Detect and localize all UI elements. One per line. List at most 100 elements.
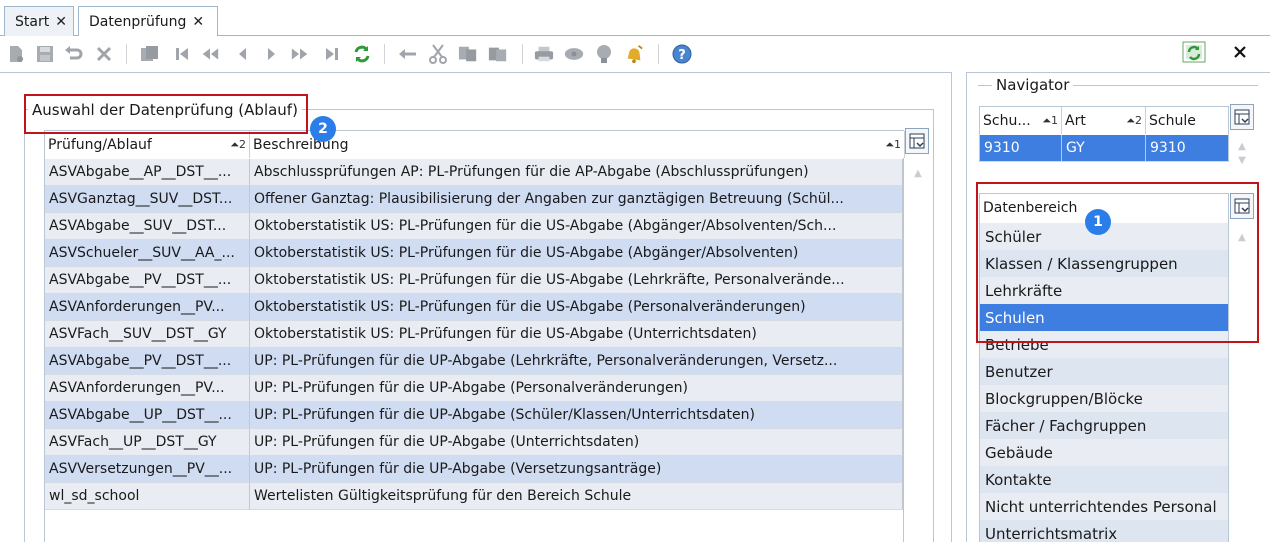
prev-page-icon[interactable]: [200, 44, 220, 64]
cell-beschreibung: Oktoberstatistik US: PL-Prüfungen für di…: [250, 321, 903, 348]
idea-icon[interactable]: [594, 44, 614, 64]
cell-pruefung: ASVVersetzungen__PV__...: [45, 456, 250, 483]
close-panel-button[interactable]: [1226, 41, 1254, 67]
list-item[interactable]: Blockgruppen/Blöcke: [980, 385, 1228, 412]
list-item[interactable]: Unterrichtsmatrix: [980, 520, 1228, 542]
save-icon[interactable]: [35, 44, 55, 64]
scroll-up-icon[interactable]: ▲: [1234, 140, 1250, 152]
table-row[interactable]: ASVAbgabe__PV__DST__... Oktoberstatistik …: [45, 267, 903, 294]
sort-indicator: ⏶1: [885, 137, 901, 151]
datenbereich-list: Datenbereich Schüler Klassen / Klassengru…: [979, 193, 1229, 542]
paste-icon[interactable]: [488, 44, 508, 64]
copy-icon[interactable]: [458, 44, 478, 64]
column-header-beschreibung[interactable]: Beschreibung ⏶1: [250, 131, 905, 158]
toolbar-separator: [126, 44, 127, 64]
next-icon[interactable]: [262, 44, 282, 64]
preview-icon[interactable]: [564, 44, 584, 64]
pruefung-table: Prüfung/Ablauf ⏶2 Beschreibung ⏶1 ASVAbg…: [44, 130, 905, 542]
table-row[interactable]: wl_sd_school Wertelisten Gültigkeitsprüfu…: [45, 483, 903, 510]
cell-pruefung: ASVAnforderungen__PV...: [45, 375, 250, 402]
table-row[interactable]: ASVAbgabe__PV__DST__... UP: PL-Prüfungen …: [45, 348, 903, 375]
close-icon[interactable]: ✕: [55, 15, 67, 29]
cell-beschreibung: Oktoberstatistik US: PL-Prüfungen für di…: [250, 267, 903, 294]
last-icon[interactable]: [322, 44, 342, 64]
copy-record-icon[interactable]: [140, 44, 160, 64]
list-item[interactable]: Fächer / Fachgruppen: [980, 412, 1228, 439]
list-item[interactable]: Nicht unterrichtendes Personal: [980, 493, 1228, 520]
table-row[interactable]: ASVAnforderungen__PV... UP: PL-Prüfungen …: [45, 375, 903, 402]
delete-icon[interactable]: [94, 44, 114, 64]
column-header-label: Schule: [1149, 112, 1196, 129]
list-item[interactable]: Lehrkräfte: [980, 277, 1228, 304]
cell-beschreibung: UP: PL-Prüfungen für die UP-Abgabe (Schü…: [250, 402, 903, 429]
cell-pruefung: ASVFach__UP__DST__GY: [45, 429, 250, 456]
step-badge-1: 1: [1085, 209, 1111, 235]
table-row[interactable]: 9310 GY 9310: [980, 135, 1228, 162]
table-row[interactable]: ASVFach__SUV__DST__GY Oktoberstatistik US…: [45, 321, 903, 348]
list-item[interactable]: Benutzer: [980, 358, 1228, 385]
new-icon[interactable]: [6, 44, 26, 64]
list-item[interactable]: Schulen: [980, 304, 1228, 331]
cell-pruefung: ASVAbgabe__SUV__DST...: [45, 213, 250, 240]
column-header-art[interactable]: Art ⏶2: [1062, 107, 1146, 134]
next-page-icon[interactable]: [290, 44, 310, 64]
column-header-schulnummer[interactable]: Schu... ⏶1: [980, 107, 1062, 134]
column-header-label: Art: [1065, 112, 1086, 129]
column-chooser-button[interactable]: [905, 128, 929, 154]
column-header-schule[interactable]: Schule: [1146, 107, 1228, 134]
sort-indicator: ⏶2: [1126, 113, 1142, 127]
navigator-table: Schu... ⏶1 Art ⏶2 Schule 9310 GY 9310: [979, 106, 1229, 162]
table-row[interactable]: ASVFach__UP__DST__GY UP: PL-Prüfungen für…: [45, 429, 903, 456]
cell-beschreibung: UP: PL-Prüfungen für die UP-Abgabe (Lehr…: [250, 348, 903, 375]
refresh-icon[interactable]: [352, 44, 372, 64]
list-item[interactable]: Klassen / Klassengruppen: [980, 250, 1228, 277]
scroll-up-icon[interactable]: ▲: [1234, 231, 1250, 243]
cut-icon[interactable]: [428, 44, 448, 64]
export-excel-button[interactable]: [1180, 41, 1208, 67]
undo-icon[interactable]: [64, 44, 84, 64]
column-chooser-icon: [1234, 109, 1250, 125]
cell-beschreibung: Oktoberstatistik US: PL-Prüfungen für di…: [250, 240, 903, 267]
cell-pruefung: ASVGanztag__SUV__DST...: [45, 186, 250, 213]
back-arrow-icon[interactable]: [398, 44, 418, 64]
bell-icon[interactable]: [624, 44, 644, 64]
prev-icon[interactable]: [232, 44, 252, 64]
list-item[interactable]: Betriebe: [980, 331, 1228, 358]
cell-pruefung: ASVFach__SUV__DST__GY: [45, 321, 250, 348]
cell-pruefung: ASVAbgabe__UP__DST__...: [45, 402, 250, 429]
list-item[interactable]: Gebäude: [980, 439, 1228, 466]
app-window: Start ✕ Datenprüfung ✕ ? Auswahl der Dat…: [0, 0, 1270, 542]
table-row[interactable]: ASVGanztag__SUV__DST... Offener Ganztag: …: [45, 186, 903, 213]
table-row[interactable]: ASVAbgabe__SUV__DST... Oktoberstatistik U…: [45, 213, 903, 240]
help-icon[interactable]: ?: [672, 44, 692, 64]
tab-start-label: Start: [15, 13, 50, 30]
toolbar: ?: [0, 36, 1270, 72]
table-row[interactable]: ASVAbgabe__UP__DST__... UP: PL-Prüfungen …: [45, 402, 903, 429]
sort-indicator: ⏶2: [230, 137, 246, 151]
table-row[interactable]: ASVAnforderungen__PV... Oktoberstatistik …: [45, 294, 903, 321]
table-row[interactable]: ASVSchueler__SUV__AA_... Oktoberstatistik…: [45, 240, 903, 267]
scroll-down-icon[interactable]: ▼: [1234, 154, 1250, 166]
navigator-title: Navigator: [992, 76, 1074, 94]
navigator-column-chooser-button[interactable]: [1230, 104, 1254, 130]
table-row[interactable]: ASVVersetzungen__PV__... UP: PL-Prüfungen…: [45, 456, 903, 483]
toolbar-separator: [384, 44, 385, 64]
column-chooser-icon: [909, 133, 925, 149]
cell-pruefung: ASVSchueler__SUV__AA_...: [45, 240, 250, 267]
close-icon: [1233, 45, 1247, 63]
cell-beschreibung: UP: PL-Prüfungen für die UP-Abgabe (Vers…: [250, 456, 903, 483]
print-icon[interactable]: [534, 44, 554, 64]
close-icon[interactable]: ✕: [192, 15, 204, 29]
datenbereich-column-chooser-button[interactable]: [1230, 193, 1254, 219]
list-item[interactable]: Kontakte: [980, 466, 1228, 493]
table-row[interactable]: ASVAbgabe__AP__DST__... Abschlussprüfunge…: [45, 159, 903, 186]
cell-schulnummer: 9310: [980, 135, 1062, 162]
column-chooser-icon: [1234, 198, 1250, 214]
cell-pruefung: wl_sd_school: [45, 483, 250, 510]
tab-start[interactable]: Start ✕: [4, 6, 74, 36]
column-header-pruefung[interactable]: Prüfung/Ablauf ⏶2: [45, 131, 250, 158]
first-icon[interactable]: [172, 44, 192, 64]
tab-datenpruefung[interactable]: Datenprüfung ✕: [78, 6, 218, 37]
scroll-up-icon[interactable]: ▲: [910, 167, 926, 179]
column-header-label: Prüfung/Ablauf: [48, 136, 152, 153]
